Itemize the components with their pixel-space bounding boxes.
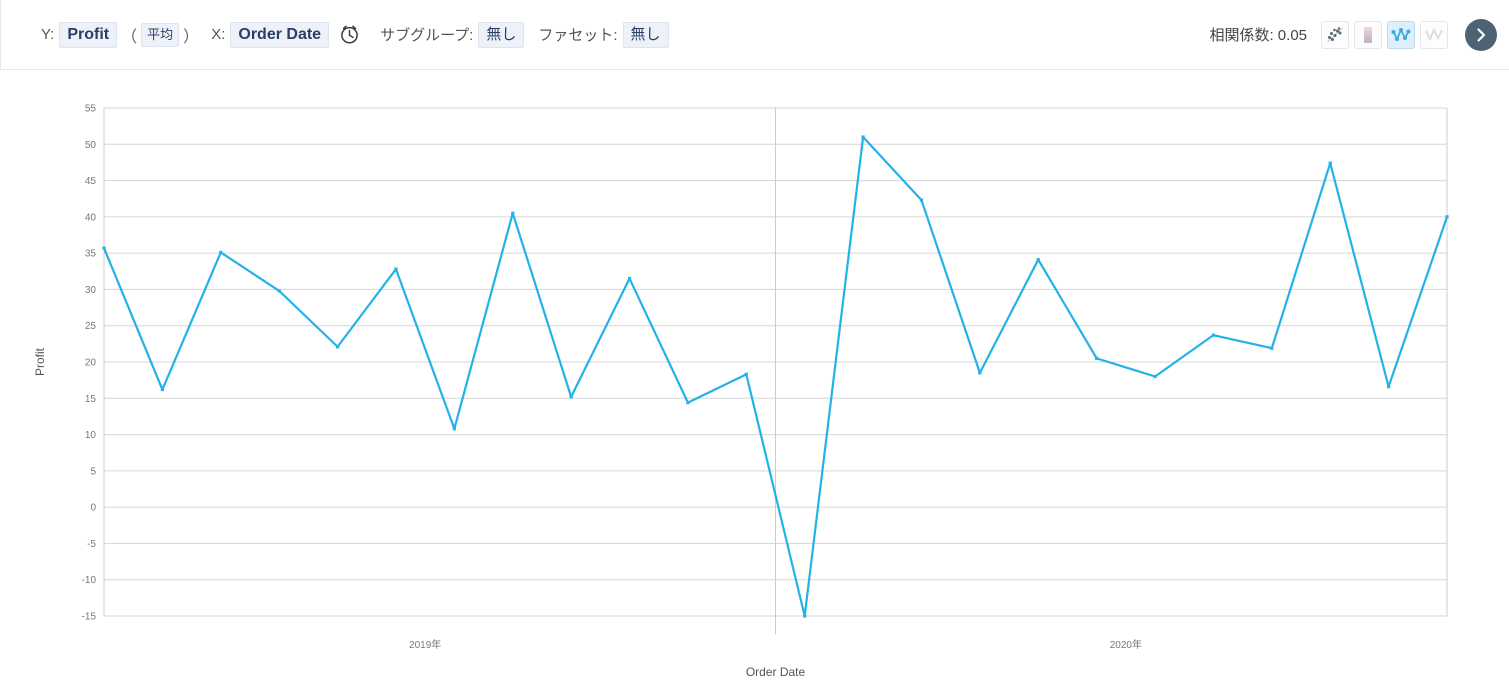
data-point[interactable]	[978, 371, 982, 375]
data-point[interactable]	[1036, 258, 1040, 262]
paren-close: ）	[183, 28, 200, 46]
x-axis-label: X:	[211, 26, 226, 43]
data-point[interactable]	[627, 276, 632, 281]
line-chart[interactable]: 5550454035302520151050-5-10-15 2019年 2020…	[0, 70, 1509, 692]
y-tick-label: 15	[85, 394, 97, 405]
line-chart-icon[interactable]	[1420, 20, 1448, 49]
data-point[interactable]	[919, 198, 924, 202]
data-point[interactable]	[219, 250, 223, 255]
data-point[interactable]	[861, 135, 865, 139]
y-tick-label: -10	[82, 575, 97, 586]
clock-icon[interactable]	[339, 24, 360, 45]
x-tick-label: 2020年	[1110, 638, 1142, 651]
correlation-coefficient: 相関係数: 0.05	[1209, 27, 1307, 44]
y-tick-label: 50	[85, 140, 97, 151]
y-tick-label: 25	[85, 321, 97, 332]
data-point[interactable]	[1095, 356, 1099, 360]
next-chart-button[interactable]	[1465, 18, 1497, 51]
y-axis-label: Y:	[41, 26, 55, 43]
facet-value-pill[interactable]: 無し	[622, 21, 669, 48]
subgroup-label: サブグループ:	[380, 27, 474, 44]
data-point[interactable]	[1387, 385, 1391, 389]
subgroup-value-pill[interactable]: 無し	[478, 21, 525, 48]
x-axis-ticks: 2019年 2020年	[409, 638, 1142, 651]
data-point[interactable]	[277, 289, 281, 293]
data-point[interactable]	[803, 614, 807, 618]
data-point[interactable]	[160, 387, 164, 392]
y-tick-label: -15	[82, 612, 97, 623]
data-point[interactable]	[102, 246, 106, 250]
y-tick-label: 20	[85, 358, 97, 369]
data-point[interactable]	[744, 372, 748, 376]
y-tick-label: 30	[85, 285, 97, 296]
grid-lines	[103, 107, 1448, 634]
data-point[interactable]	[1270, 346, 1274, 350]
data-point[interactable]	[335, 345, 340, 349]
y-field-pill[interactable]: Profit	[59, 21, 118, 48]
data-point[interactable]	[394, 267, 398, 271]
line-with-points-icon[interactable]	[1387, 20, 1415, 49]
data-point[interactable]	[1445, 215, 1449, 219]
data-point[interactable]	[452, 427, 456, 431]
y-tick-label: 55	[85, 104, 97, 115]
y-tick-label: 5	[90, 466, 96, 477]
chart-config-toolbar: Y: Profit （ 平均 ） X: Order Date サブグループ: 無…	[0, 0, 1509, 70]
data-point[interactable]	[569, 395, 573, 399]
data-point[interactable]	[1153, 374, 1157, 379]
x-tick-label: 2019年	[409, 638, 441, 651]
y-tick-label: 35	[85, 249, 97, 260]
y-tick-label: 10	[85, 430, 97, 441]
data-point[interactable]	[1328, 161, 1332, 165]
y-axis-ticks: 5550454035302520151050-5-10-15	[82, 104, 97, 623]
y-tick-label: 45	[85, 176, 97, 187]
x-axis-title: Order Date	[746, 665, 806, 679]
paren-open: （	[121, 28, 138, 46]
aggregate-pill[interactable]: 平均	[141, 22, 180, 47]
y-tick-label: -5	[87, 539, 96, 550]
facet-label: ファセット:	[538, 27, 618, 44]
y-axis-title: Profit	[33, 347, 47, 376]
scatter-plot-icon[interactable]	[1321, 20, 1349, 49]
data-point[interactable]	[686, 401, 690, 405]
chart-container: 55 50 45 40 35 30 25 20 15 10 5 0 -5 -10 -15 2019年 2020…	[0, 70, 1509, 692]
x-field-pill[interactable]: Order Date	[230, 21, 330, 48]
toolbar-right-group: 相関係数: 0.05	[1209, 18, 1497, 51]
y-tick-label: 0	[90, 503, 96, 514]
toolbar-left-group: Y: Profit （ 平均 ） X: Order Date サブグループ: 無…	[41, 21, 669, 48]
y-tick-label: 40	[85, 212, 97, 223]
data-point[interactable]	[511, 211, 515, 215]
heatmap-icon[interactable]	[1354, 20, 1382, 49]
data-point[interactable]	[1211, 333, 1216, 337]
